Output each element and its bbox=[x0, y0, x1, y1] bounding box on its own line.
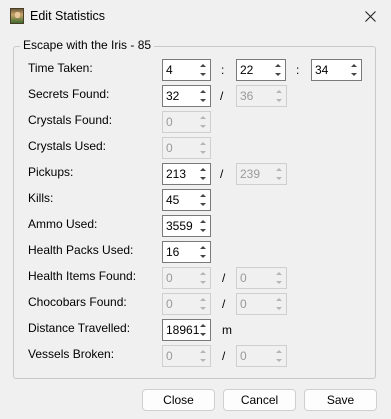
crystals-found-label: Crystals Found: bbox=[28, 113, 113, 127]
health-items-found-spinbox: 0 bbox=[162, 267, 211, 289]
chocobars-found-value: 0 bbox=[166, 297, 173, 311]
ammo-used-label: Ammo Used: bbox=[28, 217, 98, 231]
secrets-found-down-arrow[interactable] bbox=[196, 96, 209, 105]
time-hours-down-arrow[interactable] bbox=[196, 70, 209, 79]
health-packs-down-arrow[interactable] bbox=[196, 252, 209, 261]
vessels-slash: / bbox=[222, 349, 226, 363]
time-minutes-down-arrow[interactable] bbox=[271, 70, 284, 79]
kills-value: 45 bbox=[166, 193, 180, 207]
group-title: Escape with the Iris - 85 bbox=[20, 38, 155, 52]
time-separator-1: : bbox=[221, 63, 225, 77]
secrets-found-spinbox[interactable]: 32 bbox=[162, 85, 211, 107]
time-seconds-up-arrow[interactable] bbox=[347, 61, 360, 70]
pickups-total-spinbox: 239 bbox=[236, 163, 287, 185]
time-minutes-up-arrow[interactable] bbox=[271, 61, 284, 70]
title-bar: Edit Statistics bbox=[0, 0, 391, 32]
ammo-used-up-arrow[interactable] bbox=[196, 217, 209, 226]
health-items-total-spinbox: 0 bbox=[236, 267, 287, 289]
ammo-used-down-arrow[interactable] bbox=[196, 226, 209, 235]
secrets-found-label: Secrets Found: bbox=[28, 87, 110, 101]
distance-up-arrow[interactable] bbox=[196, 321, 209, 330]
time-seconds-down-arrow[interactable] bbox=[347, 70, 360, 79]
time-seconds-spinbox[interactable]: 34 bbox=[311, 59, 362, 81]
chocobars-total-spinbox: 0 bbox=[236, 293, 287, 315]
pickups-up-arrow[interactable] bbox=[196, 165, 209, 174]
vessels-broken-spinbox: 0 bbox=[162, 345, 211, 367]
vessels-total-spinbox: 0 bbox=[236, 345, 287, 367]
chocobars-found-spinbox: 0 bbox=[162, 293, 211, 315]
health-items-total-value: 0 bbox=[240, 271, 247, 285]
time-minutes-spinbox[interactable]: 22 bbox=[236, 59, 286, 81]
kills-down-arrow[interactable] bbox=[196, 200, 209, 209]
secrets-total-spinbox: 36 bbox=[236, 85, 287, 107]
time-minutes-value: 22 bbox=[240, 63, 254, 77]
kills-label: Kills: bbox=[28, 191, 54, 205]
close-button[interactable]: Close bbox=[142, 389, 215, 411]
close-icon bbox=[364, 10, 376, 22]
chocobars-slash: / bbox=[222, 297, 226, 311]
health-items-found-value: 0 bbox=[166, 271, 173, 285]
time-separator-2: : bbox=[296, 63, 300, 77]
kills-spinbox[interactable]: 45 bbox=[162, 189, 211, 211]
distance-travelled-value: 18961 bbox=[166, 323, 200, 337]
health-packs-up-arrow[interactable] bbox=[196, 243, 209, 252]
cancel-button[interactable]: Cancel bbox=[223, 389, 296, 411]
health-packs-used-value: 16 bbox=[166, 245, 180, 259]
distance-down-arrow[interactable] bbox=[196, 330, 209, 339]
distance-travelled-spinbox[interactable]: 18961 bbox=[162, 319, 211, 341]
crystals-found-spinbox: 0 bbox=[162, 111, 211, 133]
distance-unit: m bbox=[222, 323, 232, 337]
save-button[interactable]: Save bbox=[304, 389, 377, 411]
crystals-used-label: Crystals Used: bbox=[28, 139, 107, 153]
pickups-value: 213 bbox=[166, 167, 187, 181]
pickups-total-value: 239 bbox=[240, 167, 261, 181]
ammo-used-value: 3559 bbox=[166, 219, 193, 233]
ammo-used-spinbox[interactable]: 3559 bbox=[162, 215, 211, 237]
chocobars-total-value: 0 bbox=[240, 297, 247, 311]
vessels-total-value: 0 bbox=[240, 349, 247, 363]
app-icon bbox=[10, 8, 24, 24]
vessels-broken-label: Vessels Broken: bbox=[28, 347, 115, 361]
chocobars-found-label: Chocobars Found: bbox=[28, 295, 127, 309]
pickups-label: Pickups: bbox=[28, 165, 74, 179]
pickups-slash: / bbox=[220, 167, 224, 181]
secrets-total-value: 36 bbox=[240, 89, 254, 103]
time-seconds-value: 34 bbox=[315, 63, 329, 77]
crystals-used-value: 0 bbox=[166, 141, 173, 155]
health-packs-used-spinbox[interactable]: 16 bbox=[162, 241, 211, 263]
secrets-slash: / bbox=[220, 89, 224, 103]
window-close-button[interactable] bbox=[349, 0, 391, 32]
secrets-found-value: 32 bbox=[166, 89, 180, 103]
vessels-broken-value: 0 bbox=[166, 349, 173, 363]
crystals-found-value: 0 bbox=[166, 115, 173, 129]
distance-travelled-label: Distance Travelled: bbox=[28, 321, 131, 335]
pickups-down-arrow[interactable] bbox=[196, 174, 209, 183]
window-title: Edit Statistics bbox=[30, 9, 106, 23]
health-items-slash: / bbox=[222, 271, 226, 285]
health-items-found-label: Health Items Found: bbox=[28, 269, 137, 283]
kills-up-arrow[interactable] bbox=[196, 191, 209, 200]
time-hours-spinbox[interactable]: 4 bbox=[162, 59, 211, 81]
health-packs-used-label: Health Packs Used: bbox=[28, 243, 134, 257]
pickups-spinbox[interactable]: 213 bbox=[162, 163, 211, 185]
time-hours-up-arrow[interactable] bbox=[196, 61, 209, 70]
time-hours-value: 4 bbox=[166, 63, 173, 77]
crystals-used-spinbox: 0 bbox=[162, 137, 211, 159]
secrets-found-up-arrow[interactable] bbox=[196, 87, 209, 96]
time-taken-label: Time Taken: bbox=[28, 61, 93, 75]
